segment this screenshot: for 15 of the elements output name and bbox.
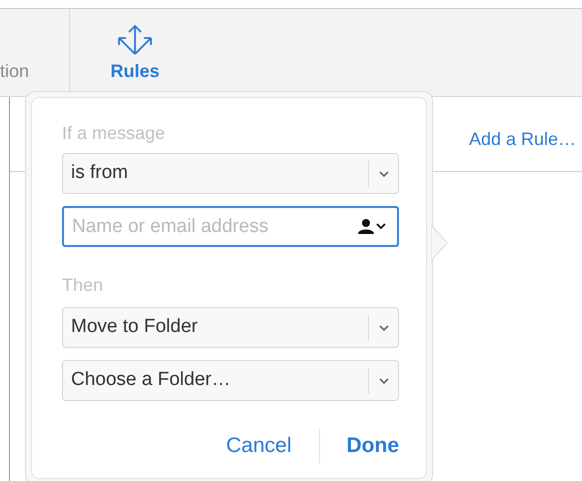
dropdown-select[interactable]: is from [62, 153, 399, 194]
chevron-down-icon [378, 170, 390, 178]
dialog-button[interactable]: Done [346, 430, 399, 462]
arrows-icon [115, 24, 155, 56]
dropdown-select[interactable]: Move to Folder [62, 307, 399, 348]
chevron-down-icon [378, 324, 390, 332]
chevron-down-icon [378, 376, 390, 384]
add-rule-link[interactable]: Add a Rule… [468, 126, 576, 152]
dialog-button[interactable]: Cancel [226, 430, 292, 462]
section-label: Then [62, 276, 104, 294]
toolbar-tab[interactable]: Rules [70, 9, 200, 96]
dropdown-select[interactable]: Choose a Folder… [62, 360, 399, 401]
section-label: If a message [62, 124, 166, 142]
address-input-field[interactable]: Name or email address [62, 206, 399, 247]
person-dropdown-icon [357, 218, 387, 234]
